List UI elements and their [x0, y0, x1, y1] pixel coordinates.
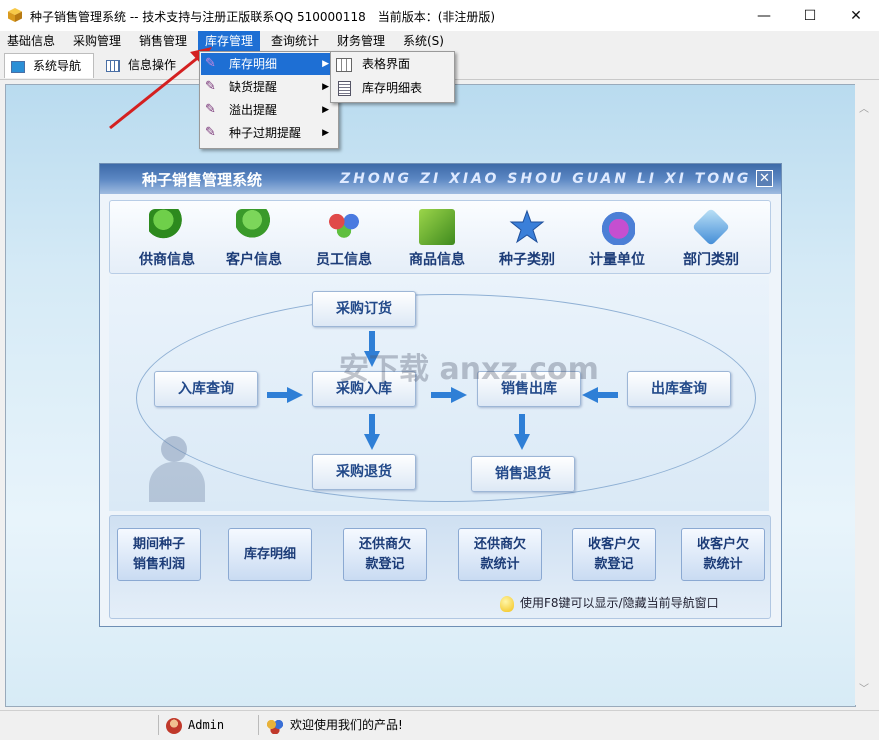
- menu-table-view[interactable]: 表格界面: [332, 53, 453, 75]
- arrow-down-icon: [364, 414, 380, 450]
- unit-disc-icon: [599, 209, 635, 245]
- status-bar: Admin 欢迎使用我们的产品!: [0, 710, 879, 740]
- menu-finance[interactable]: 财务管理: [330, 31, 392, 51]
- menu-basic-info[interactable]: 基础信息: [0, 31, 62, 51]
- submenu-arrow-icon: ▶: [322, 59, 329, 69]
- purchase-order-button[interactable]: 采购订货: [312, 291, 416, 327]
- tab-nav-label: 系统导航: [33, 59, 82, 73]
- inventory-detail-button[interactable]: 库存明细: [228, 528, 312, 581]
- document-icon: [338, 81, 351, 96]
- close-button[interactable]: ✕: [833, 0, 879, 31]
- navigation-window: 种子销售管理系统 ZHONG ZI XIAO SHOU GUAN LI XI T…: [99, 163, 782, 627]
- menu-inventory-detail-table[interactable]: 库存明细表: [332, 77, 453, 99]
- submenu-arrow-icon: ▶: [322, 105, 329, 115]
- status-message: 欢迎使用我们的产品!: [266, 715, 403, 735]
- arrow-right-icon: [431, 387, 467, 403]
- unit-button[interactable]: 计量单位: [578, 209, 656, 271]
- menu-query-stats[interactable]: 查询统计: [264, 31, 326, 51]
- arrow-left-icon: [582, 387, 618, 403]
- status-message-text: 欢迎使用我们的产品!: [290, 718, 403, 732]
- hint-text: 使用F8键可以显示/隐藏当前导航窗口: [520, 596, 719, 610]
- scroll-up-icon[interactable]: ︿: [859, 100, 869, 115]
- star-icon: [509, 209, 545, 245]
- menu-seed-expiry-reminder[interactable]: ✎ 种子过期提醒 ▶: [201, 122, 337, 144]
- period-seed-profit-button[interactable]: 期间种子 销售利润: [117, 528, 201, 581]
- customer-debt-stats-button[interactable]: 收客户欠 款统计: [681, 528, 765, 581]
- nav-title-en: ZHONG ZI XIAO SHOU GUAN LI XI TONG: [340, 171, 752, 187]
- department-cube-icon: [691, 207, 731, 247]
- customer-person-icon: [236, 209, 272, 245]
- minimize-button[interactable]: —: [741, 0, 787, 31]
- product-info-button[interactable]: 商品信息: [398, 209, 476, 271]
- menu-shortage-reminder[interactable]: ✎ 缺货提醒 ▶: [201, 76, 337, 98]
- stock-out-query-button[interactable]: 出库查询: [627, 371, 731, 407]
- nav-title-cn: 种子销售管理系统: [142, 171, 263, 189]
- status-user-name: Admin: [188, 718, 225, 732]
- nav-window-header: 种子销售管理系统 ZHONG ZI XIAO SHOU GUAN LI XI T…: [100, 164, 781, 194]
- inventory-dropdown: ✎ 库存明细 ▶ ✎ 缺货提醒 ▶ ✎ 溢出提醒 ▶ ✎ 种子过期提醒 ▶: [199, 51, 339, 149]
- employee-group-icon: [326, 209, 362, 245]
- customer-info-button[interactable]: 客户信息: [215, 209, 293, 271]
- window-title: 种子销售管理系统 -- 技术支持与注册正版联系QQ 510000118 当前版本…: [30, 10, 496, 24]
- seed-category-button[interactable]: 种子类别: [488, 209, 566, 271]
- wrench-icon: ✎: [205, 79, 216, 94]
- purchase-return-button[interactable]: 采购退货: [312, 454, 416, 490]
- supplier-debt-register-button[interactable]: 还供商欠 款登记: [343, 528, 427, 581]
- submenu-arrow-icon: ▶: [322, 128, 329, 138]
- receptionist-image: [139, 436, 219, 514]
- supplier-debt-stats-button[interactable]: 还供商欠 款统计: [458, 528, 542, 581]
- shortcut-panel: 期间种子 销售利润 库存明细 还供商欠 款登记 还供商欠 款统计 收客户欠 款登记 收客…: [109, 515, 771, 619]
- wrench-icon: ✎: [205, 125, 216, 140]
- inventory-detail-submenu: 表格界面 库存明细表: [330, 51, 455, 103]
- department-category-button[interactable]: 部门类别: [672, 207, 750, 271]
- table-grid-icon: [336, 58, 352, 72]
- menu-overflow-reminder[interactable]: ✎ 溢出提醒 ▶: [201, 99, 337, 121]
- title-bar: 种子销售管理系统 -- 技术支持与注册正版联系QQ 510000118 当前版本…: [0, 0, 879, 31]
- supplier-person-icon: [149, 209, 185, 245]
- status-divider: [158, 715, 159, 735]
- submenu-arrow-icon: ▶: [322, 82, 329, 92]
- employee-info-button[interactable]: 员工信息: [305, 209, 383, 271]
- stock-in-query-button[interactable]: 入库查询: [154, 371, 258, 407]
- hint-row: 使用F8键可以显示/隐藏当前导航窗口: [500, 594, 719, 612]
- menu-inventory-detail[interactable]: ✎ 库存明细 ▶: [201, 53, 337, 75]
- supplier-info-button[interactable]: 供商信息: [128, 209, 206, 271]
- vertical-scrollbar[interactable]: ︿ ﹀: [855, 84, 872, 705]
- arrow-right-icon: [267, 387, 303, 403]
- nav-close-button[interactable]: ✕: [756, 170, 773, 187]
- app-cube-icon: [7, 7, 23, 23]
- status-user: Admin: [166, 715, 224, 735]
- wrench-icon: ✎: [205, 56, 216, 71]
- tab-system-navigation[interactable]: 系统导航: [4, 53, 94, 78]
- status-divider: [258, 715, 259, 735]
- user-avatar-icon: [166, 717, 182, 734]
- customer-debt-register-button[interactable]: 收客户欠 款登记: [572, 528, 656, 581]
- category-panel: 供商信息 客户信息 员工信息 商品信息 种子类别 计量单位 部门类别: [109, 200, 771, 274]
- product-box-icon: [419, 209, 455, 245]
- wrench-icon: ✎: [205, 102, 216, 117]
- arrow-down-icon: [514, 414, 530, 450]
- watermark: 安下载 anxz.com: [339, 352, 599, 387]
- sales-return-button[interactable]: 销售退货: [471, 456, 575, 492]
- maximize-button[interactable]: ☐: [787, 0, 833, 31]
- flow-panel: 采购订货 入库查询 采购入库 销售出库 出库查询 采购退货 销售退货 安下载 a…: [109, 276, 769, 511]
- menu-system[interactable]: 系统(S): [396, 31, 451, 51]
- scroll-down-icon[interactable]: ﹀: [859, 680, 869, 695]
- lightbulb-icon: [500, 595, 514, 612]
- monitor-icon: [11, 60, 25, 73]
- users-group-icon: [266, 717, 284, 734]
